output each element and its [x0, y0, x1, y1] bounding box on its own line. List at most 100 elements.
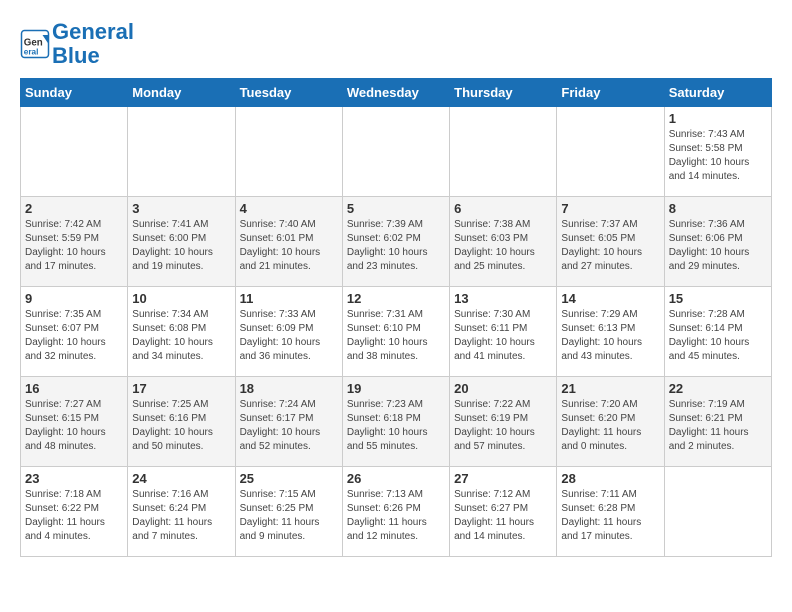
day-number: 16	[25, 381, 123, 396]
day-cell: 24Sunrise: 7:16 AM Sunset: 6:24 PM Dayli…	[128, 467, 235, 557]
day-cell: 27 Sunrise: 7:12 AM Sunset: 6:27 PM Dayli…	[450, 467, 557, 557]
week-row-1: 1 Sunrise: 7:43 AM Sunset: 5:58 PM Daylig…	[21, 107, 772, 197]
day-cell: 10 Sunrise: 7:34 AM Sunset: 6:08 PM Dayli…	[128, 287, 235, 377]
day-header-friday: Friday	[557, 79, 664, 107]
day-info: Sunrise: 7:12 AM Sunset: 6:27 PM Dayligh…	[454, 488, 552, 544]
day-number: 5	[347, 201, 445, 216]
day-number: 6	[454, 201, 552, 216]
day-cell: 16 Sunrise: 7:27 AM Sunset: 6:15 PM Dayli…	[21, 377, 128, 467]
day-cell: 1 Sunrise: 7:43 AM Sunset: 5:58 PM Daylig…	[664, 107, 771, 197]
day-cell: 7 Sunrise: 7:37 AM Sunset: 6:05 PM Daylig…	[557, 197, 664, 287]
day-info: Sunrise: 7:31 AM Sunset: 6:10 PM Dayligh…	[347, 308, 445, 364]
day-info: Sunrise: 7:15 AM Sunset: 6:25 PM Dayligh…	[240, 488, 338, 544]
day-cell	[128, 107, 235, 197]
day-info: Sunrise: 7:11 AM Sunset: 6:28 PM Dayligh…	[561, 488, 659, 544]
day-cell: 25 Sunrise: 7:15 AM Sunset: 6:25 PM Dayli…	[235, 467, 342, 557]
week-row-5: 23 Sunrise: 7:18 AM Sunset: 6:22 PM Dayli…	[21, 467, 772, 557]
day-header-sunday: Sunday	[21, 79, 128, 107]
day-header-monday: Monday	[128, 79, 235, 107]
day-number: 24	[132, 471, 230, 486]
day-number: 3	[132, 201, 230, 216]
day-number: 23	[25, 471, 123, 486]
day-cell: 23 Sunrise: 7:18 AM Sunset: 6:22 PM Dayli…	[21, 467, 128, 557]
day-number: 1	[669, 111, 767, 126]
day-cell: 28 Sunrise: 7:11 AM Sunset: 6:28 PM Dayli…	[557, 467, 664, 557]
week-row-4: 16 Sunrise: 7:27 AM Sunset: 6:15 PM Dayli…	[21, 377, 772, 467]
day-number: 22	[669, 381, 767, 396]
day-info: Sunrise: 7:13 AM Sunset: 6:26 PM Dayligh…	[347, 488, 445, 544]
day-number: 25	[240, 471, 338, 486]
day-cell: 6 Sunrise: 7:38 AM Sunset: 6:03 PM Daylig…	[450, 197, 557, 287]
day-cell	[235, 107, 342, 197]
day-info: Sunrise: 7:42 AM Sunset: 5:59 PM Dayligh…	[25, 218, 123, 274]
day-cell: 11 Sunrise: 7:33 AM Sunset: 6:09 PM Dayli…	[235, 287, 342, 377]
day-header-wednesday: Wednesday	[342, 79, 449, 107]
day-cell: 2Sunrise: 7:42 AM Sunset: 5:59 PM Daylig…	[21, 197, 128, 287]
day-number: 28	[561, 471, 659, 486]
day-cell: 22 Sunrise: 7:19 AM Sunset: 6:21 PM Dayli…	[664, 377, 771, 467]
day-cell	[342, 107, 449, 197]
logo-text: GeneralBlue	[52, 20, 134, 68]
day-info: Sunrise: 7:29 AM Sunset: 6:13 PM Dayligh…	[561, 308, 659, 364]
day-header-tuesday: Tuesday	[235, 79, 342, 107]
day-cell: 13 Sunrise: 7:30 AM Sunset: 6:11 PM Dayli…	[450, 287, 557, 377]
day-number: 4	[240, 201, 338, 216]
day-info: Sunrise: 7:38 AM Sunset: 6:03 PM Dayligh…	[454, 218, 552, 274]
day-cell: 26 Sunrise: 7:13 AM Sunset: 6:26 PM Dayli…	[342, 467, 449, 557]
day-number: 26	[347, 471, 445, 486]
day-info: Sunrise: 7:37 AM Sunset: 6:05 PM Dayligh…	[561, 218, 659, 274]
day-info: Sunrise: 7:20 AM Sunset: 6:20 PM Dayligh…	[561, 398, 659, 454]
day-info: Sunrise: 7:25 AM Sunset: 6:16 PM Dayligh…	[132, 398, 230, 454]
day-info: Sunrise: 7:24 AM Sunset: 6:17 PM Dayligh…	[240, 398, 338, 454]
day-info: Sunrise: 7:33 AM Sunset: 6:09 PM Dayligh…	[240, 308, 338, 364]
svg-text:eral: eral	[24, 48, 39, 57]
header-row: SundayMondayTuesdayWednesdayThursdayFrid…	[21, 79, 772, 107]
day-number: 11	[240, 291, 338, 306]
day-number: 17	[132, 381, 230, 396]
day-number: 10	[132, 291, 230, 306]
day-info: Sunrise: 7:28 AM Sunset: 6:14 PM Dayligh…	[669, 308, 767, 364]
day-cell: 4 Sunrise: 7:40 AM Sunset: 6:01 PM Daylig…	[235, 197, 342, 287]
day-info: Sunrise: 7:39 AM Sunset: 6:02 PM Dayligh…	[347, 218, 445, 274]
day-header-thursday: Thursday	[450, 79, 557, 107]
day-info: Sunrise: 7:43 AM Sunset: 5:58 PM Dayligh…	[669, 128, 767, 184]
day-cell: 3Sunrise: 7:41 AM Sunset: 6:00 PM Daylig…	[128, 197, 235, 287]
logo: Gen eral GeneralBlue	[20, 20, 134, 68]
day-cell: 18 Sunrise: 7:24 AM Sunset: 6:17 PM Dayli…	[235, 377, 342, 467]
week-row-3: 9 Sunrise: 7:35 AM Sunset: 6:07 PM Daylig…	[21, 287, 772, 377]
day-cell	[664, 467, 771, 557]
day-cell: 12 Sunrise: 7:31 AM Sunset: 6:10 PM Dayli…	[342, 287, 449, 377]
day-cell: 17 Sunrise: 7:25 AM Sunset: 6:16 PM Dayli…	[128, 377, 235, 467]
day-cell: 20 Sunrise: 7:22 AM Sunset: 6:19 PM Dayli…	[450, 377, 557, 467]
day-number: 12	[347, 291, 445, 306]
day-number: 18	[240, 381, 338, 396]
day-cell	[450, 107, 557, 197]
day-header-saturday: Saturday	[664, 79, 771, 107]
day-number: 9	[25, 291, 123, 306]
logo-icon: Gen eral	[20, 29, 50, 59]
day-info: Sunrise: 7:22 AM Sunset: 6:19 PM Dayligh…	[454, 398, 552, 454]
day-cell	[21, 107, 128, 197]
day-cell: 19 Sunrise: 7:23 AM Sunset: 6:18 PM Dayli…	[342, 377, 449, 467]
day-info: Sunrise: 7:23 AM Sunset: 6:18 PM Dayligh…	[347, 398, 445, 454]
day-cell: 5 Sunrise: 7:39 AM Sunset: 6:02 PM Daylig…	[342, 197, 449, 287]
day-info: Sunrise: 7:35 AM Sunset: 6:07 PM Dayligh…	[25, 308, 123, 364]
day-info: Sunrise: 7:30 AM Sunset: 6:11 PM Dayligh…	[454, 308, 552, 364]
day-number: 8	[669, 201, 767, 216]
day-number: 20	[454, 381, 552, 396]
day-cell: 8 Sunrise: 7:36 AM Sunset: 6:06 PM Daylig…	[664, 197, 771, 287]
day-cell	[557, 107, 664, 197]
day-info: Sunrise: 7:18 AM Sunset: 6:22 PM Dayligh…	[25, 488, 123, 544]
day-info: Sunrise: 7:27 AM Sunset: 6:15 PM Dayligh…	[25, 398, 123, 454]
day-number: 27	[454, 471, 552, 486]
day-number: 7	[561, 201, 659, 216]
day-cell: 14Sunrise: 7:29 AM Sunset: 6:13 PM Dayli…	[557, 287, 664, 377]
day-info: Sunrise: 7:36 AM Sunset: 6:06 PM Dayligh…	[669, 218, 767, 274]
day-info: Sunrise: 7:19 AM Sunset: 6:21 PM Dayligh…	[669, 398, 767, 454]
day-number: 19	[347, 381, 445, 396]
day-cell: 15Sunrise: 7:28 AM Sunset: 6:14 PM Dayli…	[664, 287, 771, 377]
day-info: Sunrise: 7:40 AM Sunset: 6:01 PM Dayligh…	[240, 218, 338, 274]
day-cell: 9 Sunrise: 7:35 AM Sunset: 6:07 PM Daylig…	[21, 287, 128, 377]
day-info: Sunrise: 7:34 AM Sunset: 6:08 PM Dayligh…	[132, 308, 230, 364]
day-number: 13	[454, 291, 552, 306]
